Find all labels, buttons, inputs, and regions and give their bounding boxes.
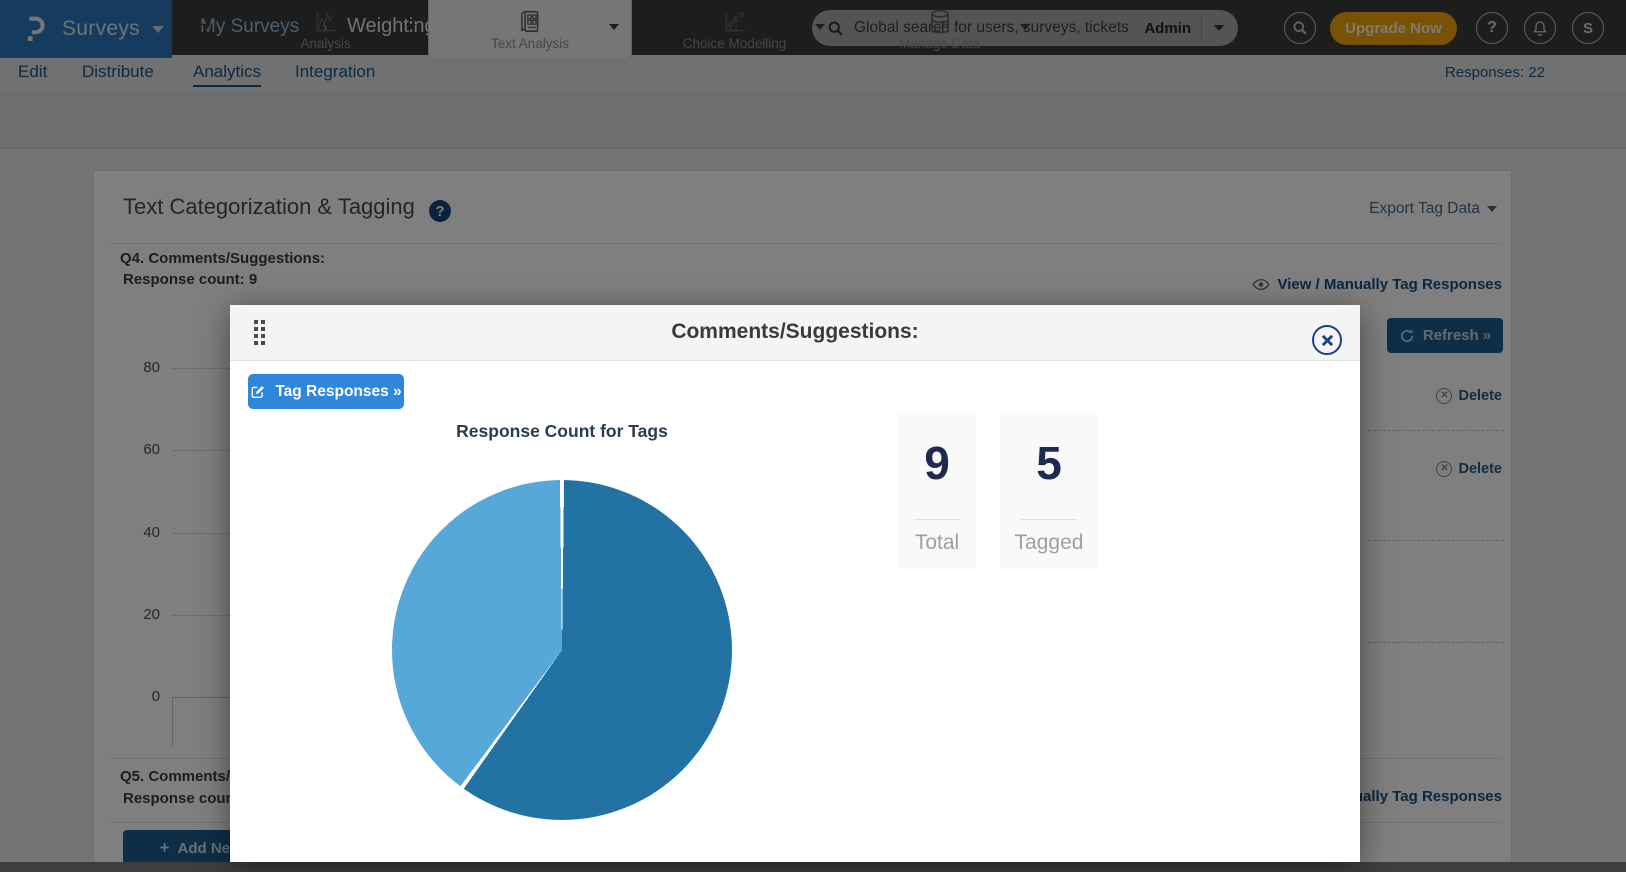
stat-tagged-value: 5 (1000, 433, 1098, 493)
modal-title: Comments/Suggestions: (230, 320, 1360, 344)
close-x-icon (1321, 334, 1334, 347)
stat-card-total: 9 Total (898, 413, 976, 569)
close-button[interactable] (1312, 325, 1342, 355)
stat-total-value: 9 (898, 433, 976, 493)
tag-responses-button[interactable]: Tag Responses » (248, 374, 404, 409)
stat-total-label: Total (898, 531, 976, 555)
app-root: Surveys My Surveys › Weighting and Balan… (0, 0, 1626, 872)
stat-tagged-label: Tagged (1000, 531, 1098, 555)
stat-divider (1021, 519, 1078, 520)
modal-header: Comments/Suggestions: (230, 305, 1360, 361)
stat-divider (914, 519, 959, 520)
pie-chart-title: Response Count for Tags (392, 421, 732, 442)
stat-card-tagged: 5 Tagged (1000, 413, 1098, 569)
comments-suggestions-modal: Comments/Suggestions: Tag Responses » Re… (230, 305, 1360, 862)
pie-chart[interactable] (392, 480, 732, 820)
edit-pencil-icon (250, 384, 266, 400)
